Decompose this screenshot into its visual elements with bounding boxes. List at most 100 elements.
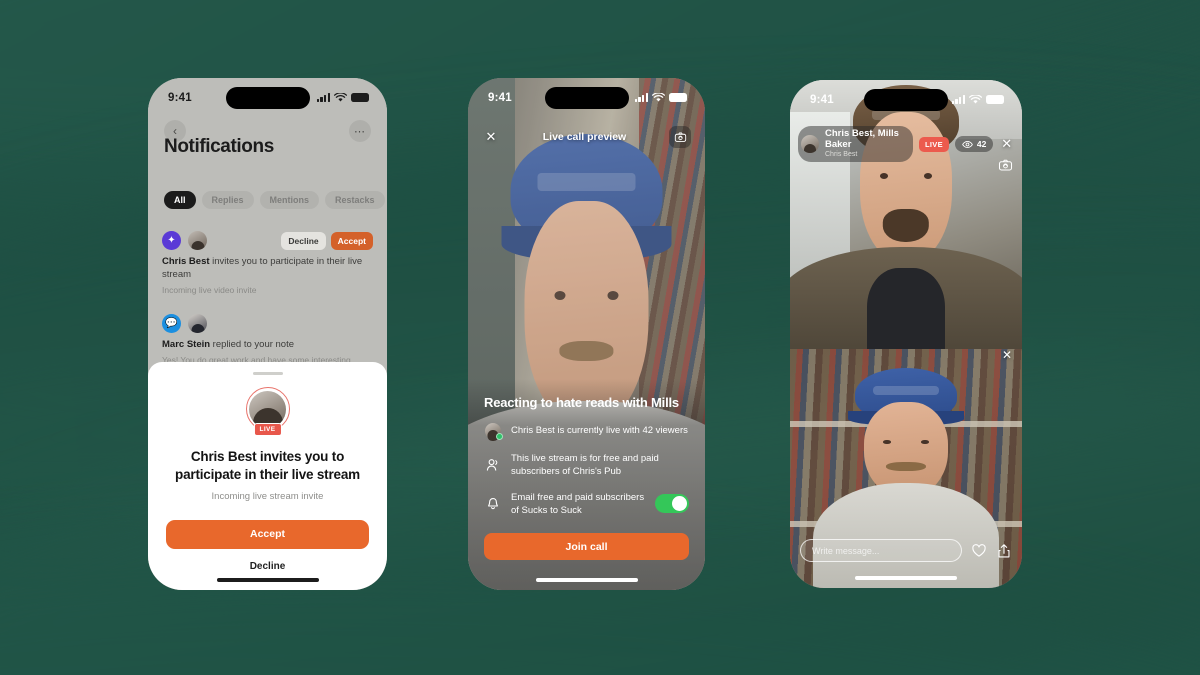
notification-filter-tabs: All Replies Mentions Restacks Subscripti… (164, 191, 387, 209)
dynamic-island (544, 87, 629, 109)
avatar (249, 390, 286, 428)
notification-text: Chris Best invites you to participate in… (162, 256, 373, 282)
status-time: 9:41 (488, 91, 512, 104)
sheet-subtitle: Incoming live stream invite (211, 490, 324, 502)
cellular-bars-icon (634, 93, 648, 102)
tab-restacks[interactable]: Restacks (325, 191, 385, 209)
bell-icon (484, 496, 501, 512)
phone1-screen: 9:41 ‹ ⋯ Notifications All Replies Menti… (148, 78, 387, 590)
phone2-screen: 9:41 ✕ Live call preview Reacting to hat… (468, 78, 705, 590)
notification-subtitle: Incoming live video invite (162, 284, 257, 295)
phone-mockup-live-preview: 9:41 ✕ Live call preview Reacting to hat… (468, 78, 705, 590)
viewer-count: 42 (954, 136, 994, 153)
info-row-email[interactable]: Email free and paid subscribers of Sucks… (484, 491, 689, 517)
cellular-bars-icon (951, 95, 965, 104)
status-badge: LIVE (253, 423, 282, 436)
stream-title: Reacting to hate reads with Mills (484, 394, 679, 410)
person-eye-left (883, 439, 891, 444)
notification-item-invite[interactable]: ✦ Decline Accept Chris Best invites you … (148, 223, 387, 300)
live-avatar-icon (484, 422, 503, 442)
status-time: 9:41 (168, 91, 192, 104)
phone3-topbar: Chris Best, Mills Baker Chris Best LIVE … (798, 126, 1014, 163)
video-tile-primary[interactable] (790, 80, 1022, 350)
phone-mockup-notifications: 9:41 ‹ ⋯ Notifications All Replies Menti… (148, 78, 387, 590)
person-shirt (813, 482, 999, 588)
decline-button[interactable]: Decline (281, 231, 326, 250)
message-input[interactable]: Write message... (800, 539, 962, 562)
notification-actor: Chris Best (162, 256, 210, 267)
video-feed-chris (790, 80, 1022, 350)
person-tshirt (866, 268, 946, 350)
notification-list: ✦ Decline Accept Chris Best invites you … (148, 223, 387, 382)
battery-icon (351, 92, 369, 103)
camera-flip-icon[interactable] (669, 126, 691, 148)
phone3-screen: 9:41 Chris Best, Mills Baker Chris Best … (790, 80, 1022, 588)
avatar (188, 231, 207, 250)
home-indicator (855, 576, 957, 580)
phone-mockup-live-call: 9:41 Chris Best, Mills Baker Chris Best … (790, 80, 1022, 588)
viewer-count-value: 42 (976, 139, 987, 150)
accept-button[interactable]: Accept (330, 231, 373, 250)
status-badge: LIVE (919, 136, 949, 152)
sparkle-icon: ✦ (162, 231, 181, 250)
page-title: Notifications (164, 136, 274, 157)
battery-icon (986, 94, 1004, 105)
info-row-audience: This live stream is for free and paid su… (484, 452, 689, 478)
tab-mentions[interactable]: Mentions (259, 191, 320, 209)
accept-button[interactable]: Accept (166, 519, 369, 549)
person-eye-right (923, 172, 932, 179)
share-icon[interactable] (995, 543, 1012, 559)
home-indicator (535, 578, 638, 582)
sheet-avatar-ring: LIVE (245, 387, 290, 436)
participants-pill[interactable]: Chris Best, Mills Baker Chris Best (798, 126, 914, 163)
people-icon (484, 457, 501, 473)
heart-icon[interactable] (970, 543, 987, 558)
video-person-chris (790, 80, 1022, 350)
chat-bubble-icon: 💬 (162, 314, 181, 334)
wifi-icon (334, 92, 347, 101)
wifi-icon (969, 94, 982, 103)
join-call-button[interactable]: Join call (484, 533, 689, 560)
dynamic-island (225, 87, 310, 109)
eye-icon (962, 140, 973, 148)
audience-text: This live stream is for free and paid su… (511, 452, 659, 477)
notification-text: Marc Stein replied to your note (162, 339, 373, 352)
decline-button[interactable]: Decline (166, 561, 369, 572)
phone3-message-bar: Write message... (800, 539, 1012, 562)
live-preview-panel: Reacting to hate reads with Mills Chris … (468, 378, 705, 590)
participants-names: Chris Best, Mills Baker (825, 128, 899, 150)
preview-title: Live call preview (542, 131, 627, 143)
wifi-icon (652, 92, 665, 101)
tab-all[interactable]: All (164, 191, 196, 209)
person-mustache (885, 461, 927, 472)
ellipsis-icon[interactable]: ⋯ (349, 120, 371, 142)
close-icon[interactable]: ✕ (482, 129, 500, 145)
email-subscribers-text: Email free and paid subscribers of Sucks… (511, 491, 645, 516)
viewers-text: Chris Best is currently live with 42 vie… (511, 425, 688, 436)
home-indicator (216, 578, 319, 582)
notification-body: replied to your note (210, 339, 295, 351)
person-eye-left (880, 172, 889, 179)
avatar (188, 314, 207, 334)
person-beard (882, 208, 930, 242)
email-subscribers-toggle[interactable] (655, 494, 689, 514)
close-icon[interactable]: ✕ (999, 136, 1014, 152)
notification-actor: Marc Stein (162, 339, 211, 351)
close-tile-icon[interactable]: ✕ (1002, 348, 1012, 362)
dynamic-island (864, 89, 948, 111)
sheet-grabber[interactable] (252, 372, 283, 375)
avatar (801, 135, 819, 154)
message-placeholder: Write message... (812, 545, 880, 556)
live-invite-sheet: LIVE Chris Best invites you to participa… (148, 362, 387, 590)
camera-flip-icon (998, 159, 1013, 171)
sheet-title: Chris Best invites you to participate in… (175, 449, 360, 482)
camera-flip-button[interactable] (998, 158, 1013, 178)
tab-replies[interactable]: Replies (201, 191, 254, 209)
status-time: 9:41 (810, 93, 834, 106)
person-eye-right (921, 439, 929, 444)
info-row-viewers: Chris Best is currently live with 42 vie… (484, 422, 689, 442)
phone2-topbar: ✕ Live call preview (468, 126, 705, 148)
host-name: Chris Best (825, 150, 858, 158)
battery-icon (669, 92, 687, 103)
cellular-bars-icon (316, 93, 330, 102)
